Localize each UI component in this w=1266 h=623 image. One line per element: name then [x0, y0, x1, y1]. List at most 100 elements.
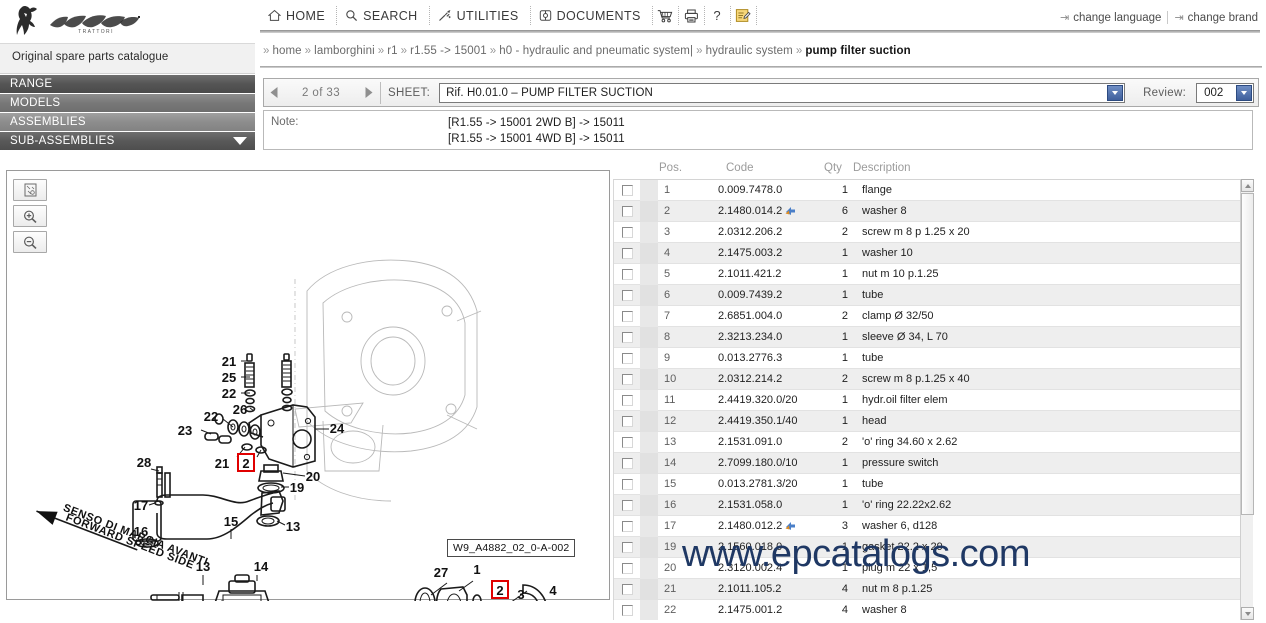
zoom-out-icon[interactable] — [13, 231, 47, 253]
breadcrumb-item-lamborghini[interactable]: lamborghini — [314, 45, 375, 57]
scroll-down-button[interactable] — [1241, 607, 1254, 620]
row-checkbox[interactable] — [621, 184, 633, 196]
row-checkbox[interactable] — [621, 289, 633, 301]
review-dropdown-button[interactable] — [1236, 84, 1253, 101]
parts-table-body[interactable]: 1 0.009.7478.0 1 flange 2 2.1480.014.2 6 washer… — [613, 179, 1253, 620]
scrollbar-thumb[interactable] — [1241, 193, 1254, 515]
row-checkbox[interactable] — [621, 541, 633, 553]
cell-code[interactable]: 2.7099.180.0/10 — [718, 457, 820, 469]
cell-code[interactable]: 2.1011.421.2 — [718, 268, 820, 280]
parts-list-scrollbar[interactable] — [1240, 179, 1254, 620]
cell-code[interactable]: 2.4419.350.1/40 — [718, 415, 820, 427]
table-row[interactable]: 22 2.1475.001.2 4 washer 8 — [614, 599, 1253, 620]
change-language-link[interactable]: ⇥ change language — [1054, 11, 1167, 25]
notes-icon[interactable] — [731, 6, 757, 25]
row-checkbox[interactable] — [621, 478, 633, 490]
sheet-select[interactable]: Rif. H0.01.0 – PUMP FILTER SUCTION — [439, 82, 1126, 103]
table-row[interactable]: 5 2.1011.421.2 1 nut m 10 p.1.25 — [614, 263, 1253, 285]
row-checkbox[interactable] — [621, 520, 633, 532]
breadcrumb-item-home[interactable]: home — [273, 45, 302, 57]
nav-item-search[interactable]: SEARCH — [337, 6, 430, 25]
sidebar-item-assemblies[interactable]: ASSEMBLIES — [0, 113, 255, 132]
print-icon[interactable] — [679, 6, 705, 25]
cell-code[interactable]: 0.009.7439.2 — [718, 289, 820, 301]
table-row[interactable]: 17 2.1480.012.2 3 washer 6, d128 — [614, 515, 1253, 537]
sidebar-item-sub-assemblies[interactable]: SUB-ASSEMBLIES — [0, 132, 255, 151]
row-checkbox[interactable] — [621, 226, 633, 238]
row-checkbox[interactable] — [621, 562, 633, 574]
cell-code[interactable]: 2.1011.105.2 — [718, 583, 820, 595]
table-row[interactable]: 4 2.1475.003.2 1 washer 10 — [614, 242, 1253, 264]
row-checkbox[interactable] — [621, 436, 633, 448]
cell-code[interactable]: 2.6851.004.0 — [718, 310, 820, 322]
cell-code[interactable]: 2.1560.018.0 — [718, 541, 820, 553]
table-row[interactable]: 15 0.013.2781.3/20 1 tube — [614, 473, 1253, 495]
row-checkbox[interactable] — [621, 583, 633, 595]
row-checkbox[interactable] — [621, 205, 633, 217]
svg-text:27: 27 — [434, 565, 448, 580]
next-sheet-button[interactable] — [358, 79, 378, 106]
table-row[interactable]: 12 2.4419.350.1/40 1 head — [614, 410, 1253, 432]
row-checkbox[interactable] — [621, 394, 633, 406]
table-row[interactable]: 9 0.013.2776.3 1 tube — [614, 347, 1253, 369]
row-checkbox[interactable] — [621, 268, 633, 280]
table-row[interactable]: 11 2.4419.320.0/20 1 hydr.oil filter elem — [614, 389, 1253, 411]
zoom-in-icon[interactable] — [13, 205, 47, 227]
cell-code[interactable]: 2.1531.058.0 — [718, 499, 820, 511]
change-brand-link[interactable]: ⇥ change brand — [1167, 11, 1264, 24]
table-row[interactable]: 13 2.1531.091.0 2 'o' ring 34.60 x 2.62 — [614, 431, 1253, 453]
table-row[interactable]: 1 0.009.7478.0 1 flange — [614, 180, 1253, 201]
table-row[interactable]: 6 0.009.7439.2 1 tube — [614, 284, 1253, 306]
breadcrumb-item-r1[interactable]: r1 — [387, 45, 397, 57]
drawing-viewer[interactable]: SENSO DI MARCIA AVANTI FORWARD SPEED SID… — [6, 170, 610, 601]
table-row[interactable]: 16 2.1531.058.0 1 'o' ring 22.22x2.62 — [614, 494, 1253, 516]
cell-code[interactable]: 2.4419.320.0/20 — [718, 394, 820, 406]
row-checkbox[interactable] — [621, 457, 633, 469]
previous-sheet-button[interactable] — [264, 79, 284, 106]
cell-code[interactable]: 2.1480.014.2 — [718, 205, 820, 217]
table-row[interactable]: 20 2.3120.002.4 1 plug m 22 x 1,5 — [614, 557, 1253, 579]
table-row[interactable]: 3 2.0312.206.2 2 screw m 8 p 1.25 x 20 — [614, 221, 1253, 243]
cart-icon[interactable] — [653, 6, 679, 25]
table-row[interactable]: 2 2.1480.014.2 6 washer 8 — [614, 200, 1253, 222]
row-checkbox[interactable] — [621, 331, 633, 343]
cell-code[interactable]: 0.013.2781.3/20 — [718, 478, 820, 490]
review-select[interactable]: 002 — [1196, 82, 1255, 103]
brand-logo[interactable]: TRATTORI — [0, 0, 255, 44]
table-row[interactable]: 7 2.6851.004.0 2 clamp Ø 32/50 — [614, 305, 1253, 327]
row-checkbox[interactable] — [621, 247, 633, 259]
cell-code[interactable]: 2.3213.234.0 — [718, 331, 820, 343]
table-row[interactable]: 19 2.1560.018.0 1 gasket 22.2 x 29 — [614, 536, 1253, 558]
table-row[interactable]: 8 2.3213.234.0 1 sleeve Ø 34, L 70 — [614, 326, 1253, 348]
breadcrumb-item-model[interactable]: r1.55 -> 15001 — [410, 45, 487, 57]
sheet-dropdown-button[interactable] — [1107, 84, 1124, 101]
row-checkbox[interactable] — [621, 373, 633, 385]
fit-page-icon[interactable] — [13, 179, 47, 201]
table-row[interactable]: 10 2.0312.214.2 2 screw m 8 p.1.25 x 40 — [614, 368, 1253, 390]
row-checkbox[interactable] — [621, 352, 633, 364]
cell-code[interactable]: 2.1480.012.2 — [718, 520, 820, 532]
table-row[interactable]: 21 2.1011.105.2 4 nut m 8 p.1.25 — [614, 578, 1253, 600]
nav-item-home[interactable]: HOME — [260, 6, 338, 25]
row-checkbox[interactable] — [621, 310, 633, 322]
cell-code[interactable]: 2.0312.206.2 — [718, 226, 820, 238]
breadcrumb-item-sub-assembly[interactable]: hydraulic system — [706, 45, 793, 57]
cell-code[interactable]: 2.1475.003.2 — [718, 247, 820, 259]
nav-item-documents[interactable]: DOCUMENTS — [531, 6, 653, 25]
scroll-up-button[interactable] — [1241, 179, 1254, 192]
cell-code[interactable]: 0.009.7478.0 — [718, 184, 820, 196]
nav-item-utilities[interactable]: UTILITIES — [430, 6, 531, 25]
cell-code[interactable]: 2.3120.002.4 — [718, 562, 820, 574]
cell-code[interactable]: 2.0312.214.2 — [718, 373, 820, 385]
cell-code[interactable]: 0.013.2776.3 — [718, 352, 820, 364]
row-checkbox[interactable] — [621, 499, 633, 511]
sidebar-item-models[interactable]: MODELS — [0, 94, 255, 113]
breadcrumb-item-assembly[interactable]: h0 - hydraulic and pneumatic system| — [499, 45, 693, 57]
cell-code[interactable]: 2.1531.091.0 — [718, 436, 820, 448]
row-checkbox[interactable] — [621, 604, 633, 616]
help-icon[interactable]: ? — [705, 6, 731, 25]
table-row[interactable]: 14 2.7099.180.0/10 1 pressure switch — [614, 452, 1253, 474]
sidebar-item-range[interactable]: RANGE — [0, 75, 255, 94]
cell-code[interactable]: 2.1475.001.2 — [718, 604, 820, 616]
row-checkbox[interactable] — [621, 415, 633, 427]
